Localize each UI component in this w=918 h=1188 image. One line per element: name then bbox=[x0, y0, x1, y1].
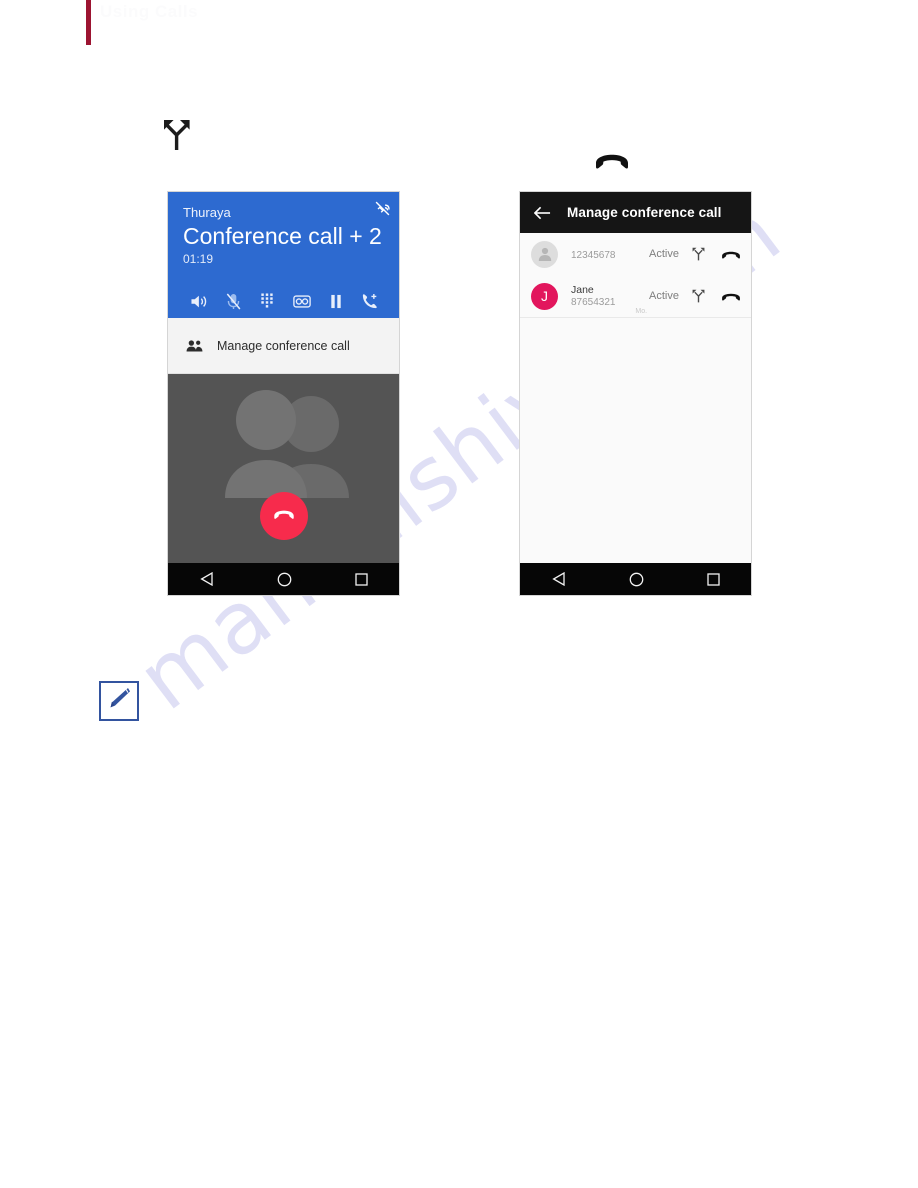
page-title: Using Calls bbox=[100, 2, 199, 21]
call-title: Conference call + 2 bbox=[183, 223, 382, 249]
participant-status: Active bbox=[649, 248, 679, 260]
conference-backdrop bbox=[168, 374, 399, 564]
participant-list: 12345678 Active J Jane 87654321 Mo. Acti… bbox=[520, 233, 751, 563]
participant-name: Jane bbox=[571, 283, 594, 296]
end-call-icon[interactable] bbox=[721, 248, 741, 260]
manage-conference-call-row[interactable]: Manage conference call bbox=[168, 318, 399, 374]
add-call-icon[interactable] bbox=[361, 293, 378, 310]
participant-number-type: Mo. bbox=[635, 308, 648, 315]
android-nav-bar bbox=[168, 563, 399, 595]
arrow-back-icon[interactable] bbox=[533, 206, 551, 220]
participant-status: Active bbox=[649, 290, 679, 302]
home-circle-icon[interactable] bbox=[277, 572, 292, 587]
people-icon bbox=[186, 339, 203, 352]
app-bar-title: Manage conference call bbox=[567, 205, 722, 220]
app-bar: Manage conference call bbox=[520, 192, 751, 233]
home-circle-icon[interactable] bbox=[629, 572, 644, 587]
recents-square-icon[interactable] bbox=[354, 572, 368, 586]
participant-number: 87654321 bbox=[571, 296, 616, 308]
back-triangle-icon[interactable] bbox=[551, 571, 566, 587]
pause-icon[interactable] bbox=[330, 294, 342, 309]
conference-people-icon bbox=[210, 388, 358, 498]
participant-row[interactable]: 12345678 Active bbox=[520, 233, 751, 275]
end-call-icon bbox=[273, 507, 295, 525]
carrier-name: Thuraya bbox=[183, 205, 231, 220]
page-accent-bar bbox=[86, 0, 91, 45]
end-call-button[interactable] bbox=[259, 492, 308, 540]
recents-square-icon[interactable] bbox=[706, 572, 720, 586]
participant-row[interactable]: J Jane 87654321 Mo. Active bbox=[520, 275, 751, 317]
list-divider bbox=[520, 317, 751, 318]
call-actions-row bbox=[168, 293, 399, 310]
in-call-panel: Thuraya Conference call + 2 01:19 bbox=[168, 192, 399, 318]
end-call-icon bbox=[594, 148, 630, 175]
android-nav-bar bbox=[520, 563, 751, 595]
note-pencil-icon bbox=[106, 686, 132, 717]
split-call-icon bbox=[163, 118, 191, 156]
participant-info: Jane 87654321 bbox=[571, 284, 635, 309]
satellite-off-icon bbox=[375, 201, 390, 221]
avatar: J bbox=[531, 282, 558, 310]
participant-info: 12345678 bbox=[571, 245, 649, 263]
split-call-icon[interactable] bbox=[692, 247, 705, 261]
speaker-icon[interactable] bbox=[190, 294, 207, 309]
avatar bbox=[531, 240, 558, 268]
note-callout-box bbox=[99, 681, 139, 721]
split-call-icon[interactable] bbox=[692, 289, 705, 303]
participant-number: 12345678 bbox=[571, 250, 616, 261]
phone-screenshot-in-call: Thuraya Conference call + 2 01:19 Manage… bbox=[167, 191, 400, 596]
voicemail-icon[interactable] bbox=[292, 294, 311, 309]
back-triangle-icon[interactable] bbox=[199, 571, 214, 587]
end-call-icon[interactable] bbox=[721, 290, 741, 302]
mute-off-icon[interactable] bbox=[226, 293, 241, 310]
manage-conference-call-label: Manage conference call bbox=[217, 338, 350, 353]
call-timer: 01:19 bbox=[183, 252, 214, 266]
phone-screenshot-manage-conference: Manage conference call 12345678 Active J… bbox=[519, 191, 752, 596]
dialpad-icon[interactable] bbox=[260, 293, 274, 310]
